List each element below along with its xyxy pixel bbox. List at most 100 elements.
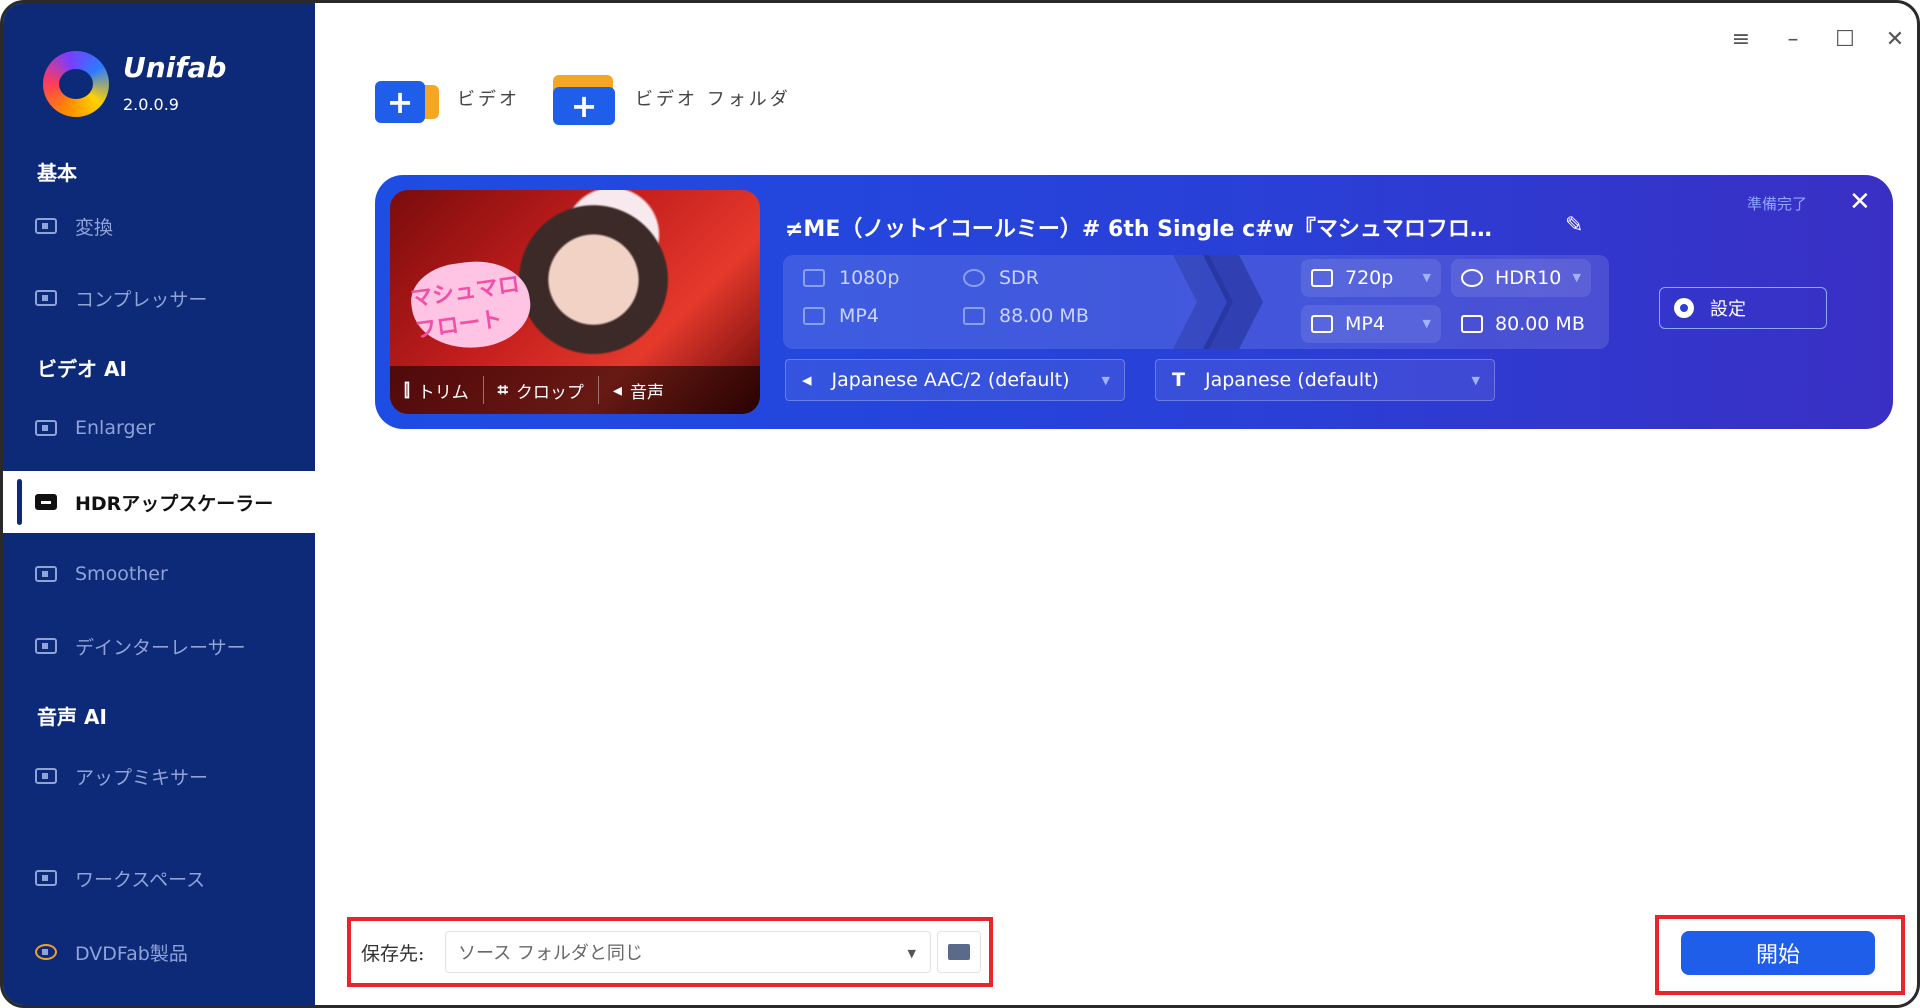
add-video-icon: + [375,71,439,125]
crop-icon: ⌗ [497,379,508,401]
sidebar-item-smoother[interactable]: Smoother [35,557,168,591]
icon-part: + [553,87,615,125]
target-format-dropdown[interactable]: MP4 ▼ [1301,305,1441,343]
section-audio-ai: 音声 AI [37,705,107,729]
app-name: Unifab [123,51,227,84]
icon-part: + [375,81,425,123]
sidebar-item-compressor[interactable]: コンプレッサー [35,281,207,315]
target-size-value: 80.00 MB [1495,313,1585,335]
hdr-icon [35,494,57,510]
settings-label: 設定 [1710,299,1746,320]
sidebar-item-label: アップミキサー [75,766,209,789]
crop-button[interactable]: ⌗ クロップ [484,376,599,404]
sidebar-item-label: デインターレーサー [75,636,246,659]
source-size-value: 88.00 MB [999,305,1089,327]
task-card: マシュマロ フロート ⫿ トリム ⌗ クロップ ◂ 音声 ≠ME（ノットイコールミー）… [375,175,1893,429]
save-location-dropdown[interactable]: ソース フォルダと同じ ▼ [445,931,931,973]
sidebar-item-upmixer[interactable]: アップミキサー [35,759,208,793]
file-size-icon [963,307,985,325]
add-folder-icon: + [553,71,617,125]
sidebar-item-label: コンプレッサー [75,288,208,311]
convert-icon [35,218,57,234]
monitor-icon [1311,269,1333,287]
subtitle-track-select[interactable]: T Japanese (default) ▼ [1155,359,1495,401]
target-resolution-dropdown[interactable]: 720p ▼ [1301,259,1441,297]
video-title: ≠ME（ノットイコールミー）# 6th Single c#w『マシュマロフロ… [785,217,1492,242]
active-indicator [17,479,22,525]
audio-track-select[interactable]: ◂ Japanese AAC/2 (default) ▼ [785,359,1125,401]
sidebar-item-workspace[interactable]: ワークスペース [35,861,205,895]
source-format: MP4 [803,305,879,327]
subtitle-track-value: Japanese (default) [1204,369,1379,391]
video-format-icon [1311,315,1333,333]
chevron-down-icon: ▼ [1572,271,1581,284]
chevron-down-icon: ▼ [1471,374,1480,387]
app-window: Unifab 2.0.0.9 基本 変換 コンプレッサー ビデオ AI Enla… [0,0,1920,1008]
speaker-icon: ◂ [802,369,812,391]
add-video-button[interactable]: + ビデオ [375,71,520,125]
target-format-value: MP4 [1345,313,1385,335]
source-resolution-value: 1080p [839,267,900,289]
thumbnail-toolbar: ⫿ トリム ⌗ クロップ ◂ 音声 [390,366,760,414]
sidebar-item-enlarger[interactable]: Enlarger [35,411,155,445]
file-size-icon [1461,315,1483,333]
target-dynamic-range-dropdown[interactable]: HDR10 ▼ [1451,259,1591,297]
start-button[interactable]: 開始 [1681,931,1875,975]
edit-title-icon[interactable]: ✎ [1565,213,1583,238]
maximize-icon[interactable]: ☐ [1831,27,1859,52]
monitor-icon [803,269,825,287]
close-icon[interactable]: ✕ [1881,27,1909,52]
hdr-toggle-icon [963,269,985,287]
app-version: 2.0.0.9 [123,95,179,114]
sidebar-item-hdr-upscaler[interactable]: HDRアップスケーラー [35,485,273,519]
text-icon: T [1172,369,1185,391]
upmixer-icon [35,768,57,784]
add-folder-button[interactable]: + ビデオ フォルダ [553,71,791,125]
info-panel: 1080p SDR MP4 88.00 MB 720p ▼ HDR10 ▼ MP4 ▼… [783,255,1609,349]
sidebar-item-convert[interactable]: 変換 [35,209,113,243]
video-thumbnail[interactable]: マシュマロ フロート ⫿ トリム ⌗ クロップ ◂ 音声 [390,190,760,414]
compressor-icon [35,290,57,306]
gear-icon [1674,298,1694,318]
chevron-down-icon: ▼ [1101,374,1110,387]
enlarger-icon [35,420,57,436]
settings-button[interactable]: 設定 [1659,287,1827,329]
audio-button[interactable]: ◂ 音声 [599,376,678,404]
add-video-label: ビデオ [457,89,520,110]
trim-button[interactable]: ⫿ トリム [390,376,484,404]
crop-label: クロップ [515,382,584,403]
target-size: 80.00 MB [1451,305,1601,343]
save-location-value: ソース フォルダと同じ [458,943,643,964]
deinterlacer-icon [35,638,57,654]
sidebar-item-label: DVDFab製品 [75,942,188,965]
minimize-icon[interactable]: – [1779,27,1807,52]
target-dr-value: HDR10 [1495,267,1562,289]
target-resolution-value: 720p [1345,267,1394,289]
browse-folder-button[interactable] [937,931,981,973]
sidebar-item-label: 変換 [75,216,114,239]
trim-icon: ⫿ [404,379,410,401]
sidebar-item-deinterlacer[interactable]: デインターレーサー [35,629,246,663]
sidebar: Unifab 2.0.0.9 基本 変換 コンプレッサー ビデオ AI Enla… [3,3,315,1005]
unifab-logo-icon [43,51,109,117]
workspace-icon [35,870,57,886]
source-resolution: 1080p [803,267,899,289]
sidebar-item-label: ワークスペース [75,868,206,891]
folder-icon [948,944,970,960]
status-text: 準備完了 [1747,195,1808,213]
chevron-down-icon: ▼ [1422,317,1431,330]
source-format-value: MP4 [839,305,879,327]
source-size: 88.00 MB [963,305,1089,327]
section-video-ai: ビデオ AI [37,357,127,381]
speaker-icon: ◂ [612,379,622,401]
chevron-down-icon: ▼ [907,947,916,960]
trim-label: トリム [417,382,469,403]
audio-label: 音声 [629,382,664,403]
save-location-label: 保存先: [361,943,425,965]
sidebar-item-label: HDRアップスケーラー [75,492,274,515]
source-dynamic-range: SDR [963,267,1039,289]
menu-icon[interactable]: ≡ [1727,27,1755,52]
remove-task-icon[interactable]: ✕ [1849,187,1871,217]
sidebar-item-dvdfab[interactable]: DVDFab製品 [35,935,188,969]
audio-track-value: Japanese AAC/2 (default) [831,369,1070,391]
